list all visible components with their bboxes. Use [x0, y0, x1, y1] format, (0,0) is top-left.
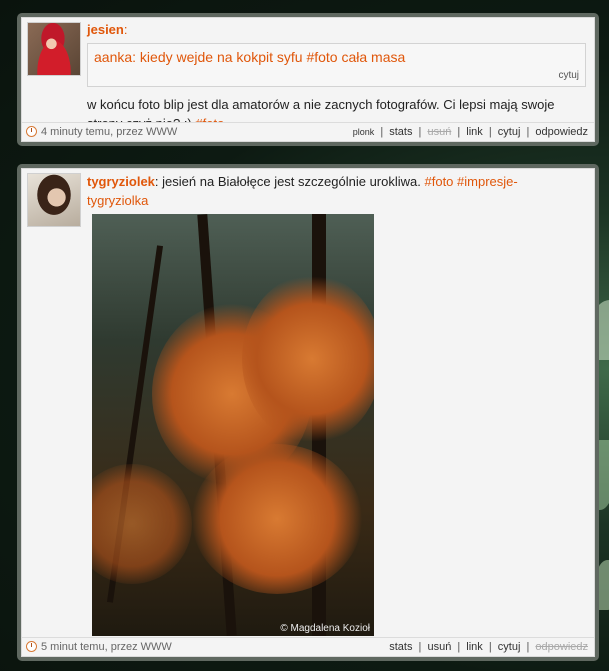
- separator: |: [457, 641, 461, 653]
- quote-button[interactable]: cytuj: [498, 126, 521, 138]
- photo-credit: © Magdalena Kozioł: [280, 623, 370, 634]
- quote-text[interactable]: aanka: kiedy wejde na kokpit syfu #foto …: [94, 48, 405, 67]
- clock-icon: [26, 126, 37, 137]
- post-actions: plonk | stats | usuń | link | cytuj | od…: [353, 123, 588, 141]
- separator: |: [488, 641, 492, 653]
- post-body: tygryziolek: jesień na Białołęce jest sz…: [87, 169, 586, 210]
- message-text: tygryziolek: jesień na Białołęce jest sz…: [87, 172, 586, 210]
- plonk-button[interactable]: plonk: [353, 127, 375, 137]
- post-jesien: jesien: aanka: kiedy wejde na kokpit syf…: [17, 13, 599, 146]
- foliage: [242, 274, 374, 444]
- stats-button[interactable]: stats: [389, 126, 412, 138]
- foliage: [92, 464, 192, 584]
- clock-icon: [26, 641, 37, 652]
- author-link[interactable]: tygryziolek: [87, 174, 155, 189]
- link-button[interactable]: link: [466, 641, 483, 653]
- separator: |: [418, 641, 422, 653]
- separator: |: [380, 126, 384, 138]
- author-link[interactable]: jesien: [87, 22, 124, 37]
- quote-button[interactable]: cytuj: [498, 641, 521, 653]
- post-footer: 4 minuty temu, przez WWW plonk | stats |…: [22, 122, 594, 141]
- reply-button: odpowiedz: [535, 641, 588, 653]
- post-actions: stats | usuń | link | cytuj | odpowiedz: [389, 638, 588, 656]
- attached-photo[interactable]: © Magdalena Kozioł: [92, 214, 374, 636]
- post-card: jesien: aanka: kiedy wejde na kokpit syf…: [21, 17, 595, 142]
- post-card: tygryziolek: jesień na Białołęce jest sz…: [21, 168, 595, 657]
- tag-link-foto[interactable]: #foto: [425, 174, 454, 189]
- foliage: [192, 444, 362, 594]
- author-suffix: :: [123, 22, 128, 37]
- avatar[interactable]: [27, 22, 81, 76]
- separator: |: [488, 126, 492, 138]
- post-footer: 5 minut temu, przez WWW stats | usuń | l…: [22, 637, 594, 656]
- link-button[interactable]: link: [466, 126, 483, 138]
- quoted-message: aanka: kiedy wejde na kokpit syfu #foto …: [87, 43, 586, 87]
- timestamp: 5 minut temu, przez WWW: [41, 641, 172, 653]
- author-suffix: :: [154, 174, 159, 189]
- delete-button: usuń: [427, 126, 452, 138]
- separator: |: [526, 126, 530, 138]
- separator: |: [418, 126, 422, 138]
- stats-button[interactable]: stats: [389, 641, 412, 653]
- avatar[interactable]: [27, 173, 81, 227]
- delete-button[interactable]: usuń: [427, 641, 451, 653]
- separator: |: [526, 641, 530, 653]
- post-tygryziolek: tygryziolek: jesień na Białołęce jest sz…: [17, 164, 599, 661]
- timestamp: 4 minuty temu, przez WWW: [41, 126, 178, 138]
- quote-cite-button[interactable]: cytuj: [558, 66, 579, 85]
- post-body: jesien: aanka: kiedy wejde na kokpit syf…: [87, 18, 586, 133]
- message-body: jesień na Białołęce jest szczególnie uro…: [162, 174, 421, 189]
- separator: |: [457, 126, 461, 138]
- reply-button[interactable]: odpowiedz: [535, 126, 588, 138]
